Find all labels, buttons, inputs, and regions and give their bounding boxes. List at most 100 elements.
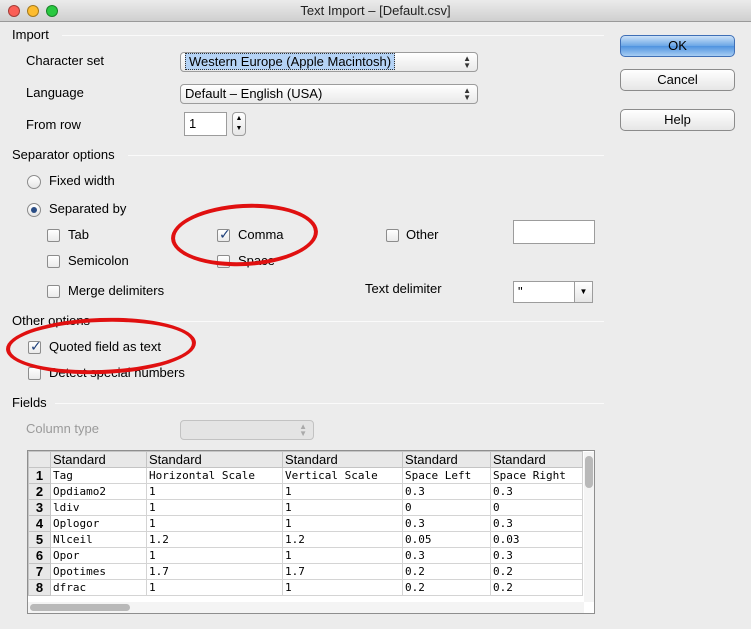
radio-selected-dot [31, 207, 37, 213]
table-cell: ldiv [50, 499, 147, 516]
table-cell: 0.05 [402, 531, 491, 548]
table-cell: 1 [146, 499, 283, 516]
table-cell: Space Right [490, 467, 583, 484]
separated-by-label: Separated by [49, 201, 127, 216]
table-row: 7 Opotimes 1.7 1.7 0.2 0.2 [28, 563, 583, 580]
table-cell: Tag [50, 467, 147, 484]
table-cell: 0.2 [490, 579, 583, 596]
table-cell: 0 [490, 499, 583, 516]
table-cell: Nlceil [50, 531, 147, 548]
table-cell: 0.3 [490, 483, 583, 500]
column-header[interactable]: Standard [490, 451, 583, 468]
row-number: 7 [28, 563, 51, 580]
table-cell: Opdiamo2 [50, 483, 147, 500]
from-row-stepper[interactable]: ▲ ▼ [232, 112, 246, 136]
separated-by-radio[interactable] [27, 203, 41, 217]
table-cell: 1 [282, 579, 403, 596]
table-cell: 1.2 [146, 531, 283, 548]
language-label: Language [26, 85, 84, 100]
fields-heading: Fields [12, 395, 47, 410]
table-cell: 0.3 [402, 547, 491, 564]
character-set-select[interactable]: Western Europe (Apple Macintosh) ▲ ▼ [180, 52, 478, 72]
table-cell: 1 [146, 547, 283, 564]
table-cell: Opor [50, 547, 147, 564]
table-row: 1 Tag Horizontal Scale Vertical Scale Space … [28, 467, 583, 484]
table-cell: 1 [282, 483, 403, 500]
table-row: 4 Oplogor 1 1 0.3 0.3 [28, 515, 583, 532]
column-header[interactable]: Standard [146, 451, 283, 468]
table-row: 6 Opor 1 1 0.3 0.3 [28, 547, 583, 564]
table-row: 3 ldiv 1 1 0 0 [28, 499, 583, 516]
table-cell: 1 [282, 515, 403, 532]
table-cell: Space Left [402, 467, 491, 484]
column-header[interactable]: Standard [402, 451, 491, 468]
row-number: 5 [28, 531, 51, 548]
column-type-label: Column type [26, 421, 99, 436]
table-cell: 1.7 [282, 563, 403, 580]
window-title: Text Import – [Default.csv] [300, 3, 451, 18]
table-cell: 1 [146, 515, 283, 532]
table-cell: 1.2 [282, 531, 403, 548]
table-cell: 1 [282, 499, 403, 516]
table-row: 8 dfrac 1 1 0.2 0.2 [28, 579, 583, 596]
character-set-label: Character set [26, 53, 105, 68]
table-cell: Vertical Scale [282, 467, 403, 484]
table-cell: 1 [282, 547, 403, 564]
import-heading: Import [12, 27, 49, 42]
ok-button[interactable]: OK [620, 35, 735, 57]
table-row: 5 Nlceil 1.2 1.2 0.05 0.03 [28, 531, 583, 548]
header-row: Standard Standard Standard Standard Stan… [28, 451, 583, 468]
cancel-button[interactable]: Cancel [620, 69, 735, 91]
table-cell: 0.3 [402, 483, 491, 500]
row-number: 3 [28, 499, 51, 516]
row-number: 2 [28, 483, 51, 500]
horizontal-scrollbar[interactable] [28, 602, 584, 613]
help-button[interactable]: Help [620, 109, 735, 131]
other-options-divider [103, 321, 604, 322]
from-row-label: From row [26, 117, 81, 132]
merge-delimiters-checkbox[interactable] [47, 285, 60, 298]
column-header[interactable]: Standard [282, 451, 403, 468]
language-value: Default – English (USA) [185, 86, 323, 101]
table-cell: 0.3 [402, 515, 491, 532]
language-select[interactable]: Default – English (USA) ▲ ▼ [180, 84, 478, 104]
table-cell: Oplogor [50, 515, 147, 532]
other-label: Other [406, 227, 439, 242]
fixed-width-radio[interactable] [27, 175, 41, 189]
chevron-down-icon[interactable]: ▼ [574, 282, 592, 302]
table-cell: 0 [402, 499, 491, 516]
column-header[interactable]: Standard [50, 451, 147, 468]
import-divider [62, 35, 604, 36]
select-arrows-icon: ▲ ▼ [463, 86, 471, 102]
table-cell: 0.03 [490, 531, 583, 548]
horizontal-scroll-thumb[interactable] [30, 604, 130, 611]
table-cell: 0.3 [490, 547, 583, 564]
fields-divider [55, 403, 604, 404]
corner-cell [28, 451, 51, 468]
vertical-scrollbar[interactable] [584, 452, 594, 602]
semicolon-checkbox[interactable] [47, 255, 60, 268]
tab-checkbox[interactable] [47, 229, 60, 242]
semicolon-label: Semicolon [68, 253, 129, 268]
other-separator-input[interactable] [513, 220, 595, 244]
separator-options-heading: Separator options [12, 147, 115, 162]
table-cell: Opotimes [50, 563, 147, 580]
comma-annotation-circle [169, 200, 320, 270]
table-cell: 1 [146, 579, 283, 596]
fields-preview-grid[interactable]: Standard Standard Standard Standard Stan… [27, 450, 595, 614]
column-type-select[interactable]: ▲ ▼ [180, 420, 314, 440]
table-cell: 0.2 [402, 579, 491, 596]
select-arrows-icon: ▲ ▼ [299, 422, 307, 438]
table-cell: Horizontal Scale [146, 467, 283, 484]
separator-divider [128, 155, 604, 156]
table-cell: 0.3 [490, 515, 583, 532]
row-number: 8 [28, 579, 51, 596]
table-cell: 0.2 [402, 563, 491, 580]
row-number: 4 [28, 515, 51, 532]
from-row-input[interactable]: 1 [184, 112, 227, 136]
other-checkbox[interactable] [386, 229, 399, 242]
preview-table: Standard Standard Standard Standard Stan… [28, 451, 583, 596]
text-delimiter-combo[interactable]: " ▼ [513, 281, 593, 303]
table-cell: 1 [146, 483, 283, 500]
vertical-scroll-thumb[interactable] [585, 456, 593, 488]
